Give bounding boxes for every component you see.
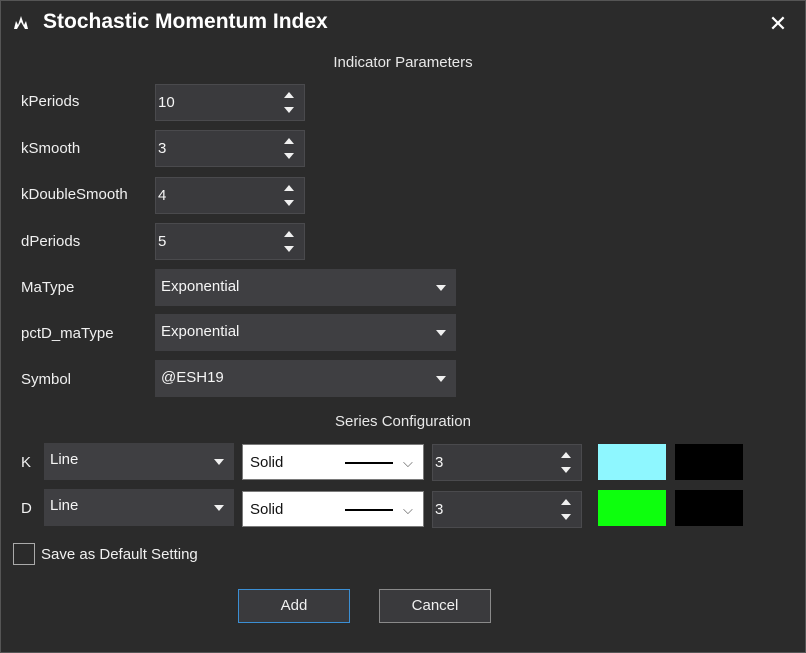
kdoublesmooth-label: kDoubleSmooth [21, 186, 128, 203]
series-d-secondary-color-swatch[interactable] [675, 490, 743, 526]
series-d-line-style-value: Solid [250, 501, 284, 518]
matype-value: Exponential [161, 278, 240, 295]
decrement-icon[interactable] [284, 200, 294, 206]
series-d-type-value: Line [50, 497, 79, 514]
kperiods-label: kPeriods [21, 93, 80, 110]
line-sample [345, 509, 393, 511]
kperiods-stepper[interactable]: 10 [155, 84, 305, 121]
app-logo-icon [14, 16, 28, 29]
decrement-icon[interactable] [561, 514, 571, 520]
series-k-type-value: Line [50, 451, 79, 468]
increment-icon[interactable] [284, 92, 294, 98]
series-d-line-style-select[interactable]: Solid ⌵ [242, 491, 424, 527]
dperiods-label: dPeriods [21, 233, 81, 250]
kperiods-value[interactable]: 10 [158, 94, 175, 111]
symbol-select[interactable]: @ESH19 [155, 360, 456, 397]
decrement-icon[interactable] [561, 467, 571, 473]
increment-icon[interactable] [284, 231, 294, 237]
series-d-width-value[interactable]: 3 [435, 501, 443, 518]
series-k-label: K [21, 454, 32, 471]
matype-select[interactable]: Exponential [155, 269, 456, 306]
close-icon[interactable]: ✕ [763, 10, 793, 38]
ksmooth-label: kSmooth [21, 140, 81, 157]
pctd-matype-select[interactable]: Exponential [155, 314, 456, 351]
chevron-down-icon[interactable]: ⌵ [403, 455, 413, 471]
add-button[interactable]: Add [238, 589, 350, 623]
pctd-matype-value: Exponential [161, 323, 240, 340]
save-default-label[interactable]: Save as Default Setting [41, 546, 198, 563]
series-k-secondary-color-swatch[interactable] [675, 444, 743, 480]
series-d-label: D [21, 500, 32, 517]
symbol-label: Symbol [21, 371, 72, 388]
ksmooth-stepper[interactable]: 3 [155, 130, 305, 167]
series-k-color-swatch[interactable] [598, 444, 666, 480]
indicator-parameters-heading: Indicator Parameters [333, 54, 473, 71]
line-sample [345, 462, 393, 464]
decrement-icon[interactable] [284, 107, 294, 113]
chevron-down-icon[interactable] [436, 376, 446, 382]
pctd-matype-label: pctD_maType [21, 325, 114, 342]
chevron-down-icon[interactable] [436, 285, 446, 291]
decrement-icon[interactable] [284, 153, 294, 159]
series-k-line-style-value: Solid [250, 454, 284, 471]
series-configuration-heading: Series Configuration [335, 413, 471, 430]
matype-label: MaType [21, 279, 75, 296]
kdoublesmooth-value[interactable]: 4 [158, 187, 166, 204]
dialog: Stochastic Momentum Index ✕ Indicator Pa… [0, 0, 806, 653]
chevron-down-icon[interactable] [436, 330, 446, 336]
series-k-width-stepper[interactable]: 3 [432, 444, 582, 481]
symbol-value: @ESH19 [161, 369, 224, 386]
save-default-checkbox[interactable] [13, 543, 35, 565]
chevron-down-icon[interactable] [214, 505, 224, 511]
increment-icon[interactable] [284, 185, 294, 191]
series-d-width-stepper[interactable]: 3 [432, 491, 582, 528]
series-d-color-swatch[interactable] [598, 490, 666, 526]
dperiods-stepper[interactable]: 5 [155, 223, 305, 260]
increment-icon[interactable] [561, 452, 571, 458]
increment-icon[interactable] [561, 499, 571, 505]
series-k-width-value[interactable]: 3 [435, 454, 443, 471]
ksmooth-value[interactable]: 3 [158, 140, 166, 157]
increment-icon[interactable] [284, 138, 294, 144]
series-k-line-style-select[interactable]: Solid ⌵ [242, 444, 424, 480]
window-title: Stochastic Momentum Index [43, 10, 328, 33]
series-k-type-select[interactable]: Line [44, 443, 234, 480]
dperiods-value[interactable]: 5 [158, 233, 166, 250]
cancel-button[interactable]: Cancel [379, 589, 491, 623]
title-bar: Stochastic Momentum Index ✕ [1, 1, 805, 45]
decrement-icon[interactable] [284, 246, 294, 252]
chevron-down-icon[interactable]: ⌵ [403, 502, 413, 518]
series-d-type-select[interactable]: Line [44, 489, 234, 526]
chevron-down-icon[interactable] [214, 459, 224, 465]
kdoublesmooth-stepper[interactable]: 4 [155, 177, 305, 214]
